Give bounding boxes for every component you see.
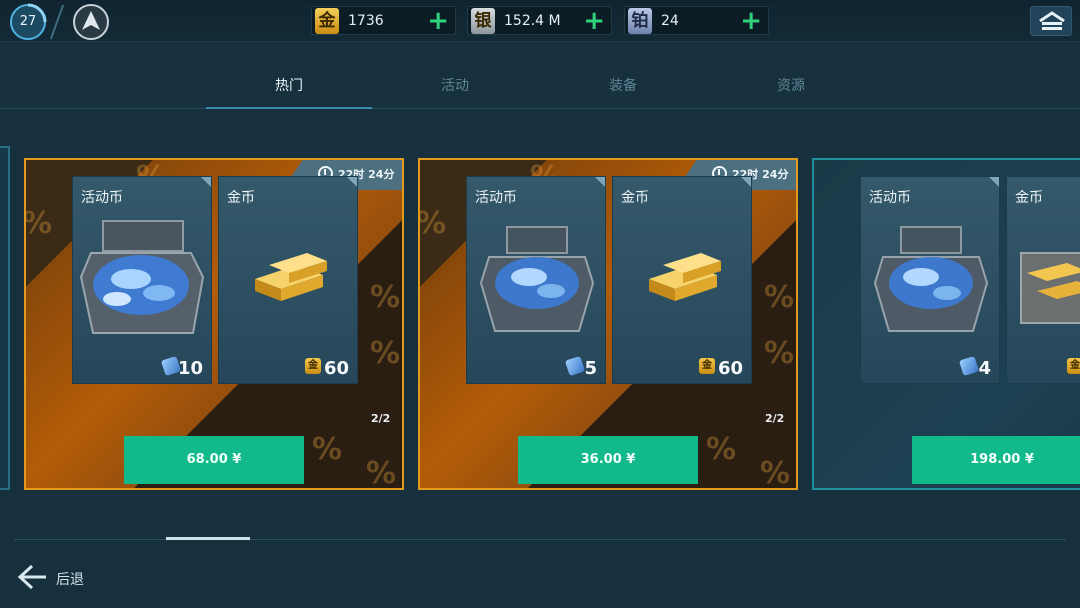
percent-pattern: % — [764, 336, 795, 371]
tab-resources[interactable]: 资源 — [708, 64, 874, 108]
offer-card: % % % % % % 22时 24分 活动币 5 金币 — [418, 158, 798, 490]
purchase-limit: 2/2 — [371, 412, 391, 425]
reward-item[interactable]: 活动币 5 — [466, 176, 606, 384]
top-bar: 27 金 1736 + 银 152.4 M + 铂 24 + — [0, 0, 1080, 42]
previous-offer-edge[interactable] — [0, 146, 10, 490]
back-arrow-icon — [17, 564, 46, 590]
item-name: 活动币 — [869, 190, 911, 206]
buy-button[interactable]: 68.00 ¥ — [124, 436, 304, 484]
event-coin-chest-icon — [79, 220, 205, 334]
percent-pattern: % — [366, 456, 397, 490]
item-name: 金币 — [621, 190, 649, 206]
event-coin-chest-icon — [479, 226, 595, 332]
gold-coin-icon: 金 — [1067, 358, 1080, 374]
offer-card: 活动币 4 金币 金 198.00 ¥ — [812, 158, 1080, 490]
buy-button[interactable]: 36.00 ¥ — [518, 436, 698, 484]
tab-hot[interactable]: 热门 — [206, 64, 372, 109]
back-button[interactable]: 后退 — [16, 562, 84, 592]
item-quantity: 10 — [177, 358, 203, 379]
percent-pattern: % — [764, 280, 795, 315]
item-name: 活动币 — [475, 190, 517, 206]
platinum-currency-icon: 铂 — [628, 8, 652, 34]
gold-amount: 1736 — [348, 13, 384, 29]
percent-pattern: % — [706, 432, 737, 467]
event-coin-icon — [564, 355, 586, 377]
silver-currency-icon: 银 — [471, 8, 495, 34]
item-quantity: 60 — [323, 358, 349, 379]
divider — [49, 4, 65, 40]
reward-item[interactable]: 活动币 4 — [860, 176, 1000, 384]
percent-pattern: % — [370, 336, 401, 371]
offer-card: % % % % % % 22时 24分 活动币 10 金币 — [24, 158, 404, 490]
item-quantity: 4 — [978, 358, 991, 379]
platinum-currency: 铂 24 + — [624, 6, 769, 35]
item-name: 金币 — [227, 190, 255, 206]
player-level-badge[interactable]: 27 — [6, 2, 50, 42]
gold-coin-icon: 金 — [699, 358, 715, 374]
home-button[interactable] — [1030, 6, 1072, 36]
gold-coin-icon: 金 — [305, 358, 321, 374]
buy-button[interactable]: 198.00 ¥ — [912, 436, 1080, 484]
percent-pattern: % — [760, 456, 791, 490]
purchase-limit: 2/2 — [765, 412, 785, 425]
home-icon — [1039, 11, 1065, 30]
percent-pattern: % — [418, 206, 447, 241]
gold-currency: 金 1736 + — [311, 6, 456, 35]
category-tabs: 热门 活动 装备 资源 — [0, 64, 1080, 109]
gold-bars-icon — [255, 253, 327, 301]
offer-carousel[interactable]: % % % % % % 22时 24分 活动币 10 金币 — [0, 140, 1080, 500]
item-name: 活动币 — [81, 190, 123, 206]
percent-pattern: % — [312, 432, 343, 467]
percent-pattern: % — [370, 280, 401, 315]
event-coin-chest-icon — [873, 226, 989, 332]
rank-emblem-icon[interactable] — [72, 3, 110, 41]
event-coin-icon — [958, 355, 980, 377]
silver-currency: 银 152.4 M + — [467, 6, 612, 35]
add-gold-button[interactable]: + — [427, 8, 449, 34]
player-level: 27 — [19, 14, 37, 29]
add-silver-button[interactable]: + — [583, 8, 605, 34]
reward-item[interactable]: 活动币 10 — [72, 176, 212, 384]
platinum-amount: 24 — [661, 13, 679, 29]
silver-amount: 152.4 M — [504, 13, 561, 29]
carousel-indicator[interactable] — [166, 537, 250, 540]
tab-events[interactable]: 活动 — [372, 64, 538, 108]
tab-equipment[interactable]: 装备 — [540, 64, 706, 108]
reward-item[interactable]: 金币 金 60 — [218, 176, 358, 384]
item-name: 金币 — [1015, 190, 1043, 206]
gold-currency-icon: 金 — [315, 8, 339, 34]
gold-bars-icon — [649, 253, 721, 301]
item-quantity: 60 — [717, 358, 743, 379]
add-platinum-button[interactable]: + — [740, 8, 762, 34]
reward-item[interactable]: 金币 金 — [1006, 176, 1080, 384]
percent-pattern: % — [24, 206, 53, 241]
item-quantity: 5 — [584, 358, 597, 379]
gold-chest-icon — [1020, 252, 1080, 324]
back-label: 后退 — [56, 572, 84, 588]
reward-item[interactable]: 金币 金 60 — [612, 176, 752, 384]
